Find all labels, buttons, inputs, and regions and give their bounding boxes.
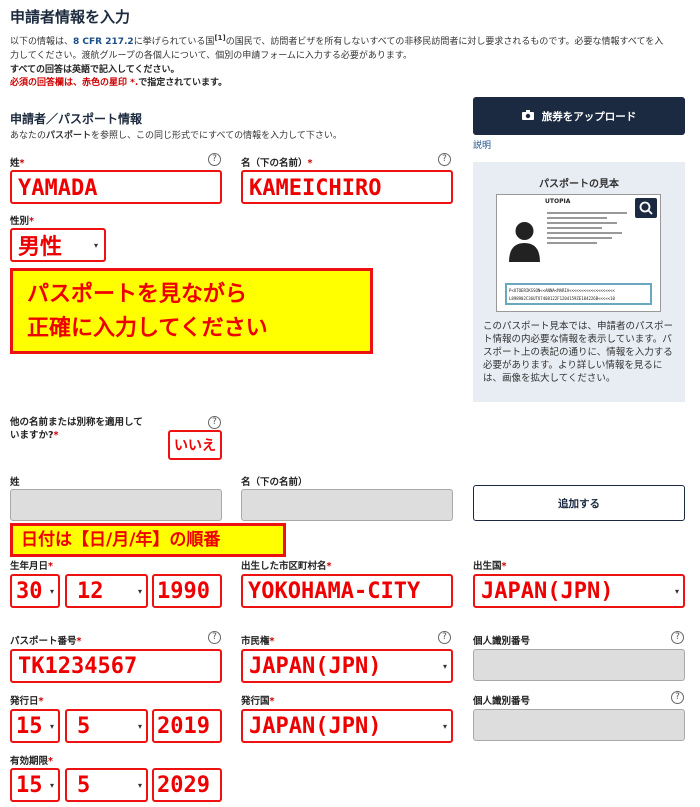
dob-day-select[interactable]: 30 ▾ — [10, 574, 60, 608]
personal-id-label: 個人識別番号 — [473, 636, 531, 647]
issue-country-label: 発行国* — [241, 696, 275, 707]
notes: すべての回答は英語で記入してください。 必須の回答欄は、赤色の星印 *.で指定さ… — [10, 64, 227, 90]
alias-given-field[interactable] — [241, 489, 453, 521]
given-name-label: 名（下の名前）* — [241, 158, 313, 169]
help-icon[interactable]: ? — [438, 153, 451, 166]
passport-sample-image[interactable]: UTOPIA P<UTOERIKSSON<<ANNA<MARIA<<<<<<<<… — [496, 194, 661, 312]
dob-month-select[interactable]: 12 ▾ — [65, 574, 148, 608]
help-icon[interactable]: ? — [208, 631, 221, 644]
citizenship-label: 市民権* — [241, 636, 275, 647]
personal-id-2-field[interactable] — [473, 709, 685, 741]
dob-year-field[interactable]: 1990 — [152, 574, 222, 608]
given-name-field[interactable]: KAMEICHIRO — [241, 170, 453, 204]
sex-select[interactable]: 男性 ▾ — [10, 228, 106, 262]
chevron-down-icon: ▾ — [49, 721, 54, 731]
intro-text: 以下の情報は、8 CFR 217.2に挙げられている国[1]の国民で、訪問者ビザ… — [10, 34, 664, 61]
passport-number-field[interactable]: TK1234567 — [10, 649, 222, 683]
alias-select[interactable]: いいえ — [168, 430, 222, 460]
issue-day-select[interactable]: 15 ▾ — [10, 709, 60, 743]
passport-number-label: パスポート番号* — [10, 636, 82, 647]
section-desc: あなたのパスポートを参照し、この同じ形式でにすべての情報を入力して下さい。 — [10, 131, 342, 141]
person-silhouette — [507, 217, 542, 262]
chevron-down-icon: ▾ — [674, 586, 679, 596]
issue-date-label: 発行日* — [10, 696, 44, 707]
surname-field[interactable]: YAMADA — [10, 170, 222, 204]
expiry-day-select[interactable]: 15 ▾ — [10, 768, 60, 802]
expiry-label: 有効期限* — [10, 756, 53, 767]
footnote-link[interactable]: [1] — [214, 34, 225, 42]
help-icon[interactable]: ? — [438, 631, 451, 644]
chevron-down-icon: ▾ — [49, 780, 54, 790]
passport-sample-panel: パスポートの見本 UTOPIA P<UTOERIKSSON<<ANNA<MARI… — [473, 162, 685, 402]
help-icon[interactable]: ? — [208, 416, 221, 429]
personal-id-2-label: 個人識別番号 — [473, 696, 531, 707]
personal-id-field[interactable] — [473, 649, 685, 681]
chevron-down-icon: ▾ — [49, 586, 54, 596]
cfr-link[interactable]: 8 CFR 217.2 — [73, 37, 134, 47]
help-icon[interactable]: ? — [208, 153, 221, 166]
upload-passport-button[interactable]: 旅券をアップロード — [473, 97, 685, 135]
help-icon[interactable]: ? — [671, 631, 684, 644]
zoom-icon — [639, 201, 653, 215]
sample-country: UTOPIA — [545, 198, 571, 205]
issue-country-select[interactable]: JAPAN(JPN) ▾ — [241, 709, 453, 743]
sample-text-lines — [547, 209, 647, 247]
annotation-passport-callout: パスポートを見ながら 正確に入力してください — [10, 268, 373, 354]
mrz-zone: P<UTOERIKSSON<<ANNA<MARIA<<<<<<<<<<<<<<<… — [505, 283, 652, 305]
sex-label: 性別* — [10, 216, 34, 227]
chevron-down-icon: ▾ — [137, 780, 142, 790]
dob-label: 生年月日* — [10, 561, 53, 572]
chevron-down-icon: ▾ — [137, 586, 142, 596]
page-title: 申請者情報を入力 — [10, 8, 131, 26]
chevron-down-icon: ▾ — [137, 721, 142, 731]
note-english: すべての回答は英語で記入してください。 — [10, 65, 180, 75]
chevron-down-icon: ▾ — [93, 240, 98, 250]
chevron-down-icon: ▾ — [442, 721, 447, 731]
zoom-button[interactable] — [635, 198, 657, 218]
annotation-date-order: 日付は【日/月/年】の順番 — [10, 523, 286, 557]
help-icon[interactable]: ? — [671, 691, 684, 704]
citizenship-select[interactable]: JAPAN(JPN) ▾ — [241, 649, 453, 683]
birth-country-label: 出生国* — [473, 561, 507, 572]
section-title: 申請者／パスポート情報 — [10, 112, 143, 126]
issue-month-select[interactable]: 5 ▾ — [65, 709, 148, 743]
sample-title: パスポートの見本 — [539, 179, 619, 190]
surname-label: 姓* — [10, 158, 25, 169]
camera-icon — [521, 109, 534, 123]
expiry-month-select[interactable]: 5 ▾ — [65, 768, 148, 802]
alias-surname-field[interactable] — [10, 489, 222, 521]
alias-given-label: 名（下の名前） — [241, 477, 308, 488]
birth-city-field[interactable]: YOKOHAMA-CITY — [241, 574, 453, 608]
alias-label: 他の名前または別称を適用して いますか?* — [10, 417, 143, 441]
birth-country-select[interactable]: JAPAN(JPN) ▾ — [473, 574, 685, 608]
expiry-year-field[interactable]: 2029 — [152, 768, 222, 802]
alias-surname-label: 姓 — [10, 477, 20, 488]
birth-city-label: 出生した市区町村名* — [241, 561, 332, 572]
note-required: 必須の回答欄は、赤色の星印 *.で指定されています。 — [10, 78, 228, 88]
chevron-down-icon: ▾ — [442, 661, 447, 671]
sample-description: このパスポート見本では、申請者のパスポート情報の内必要な情報を表示しています。パ… — [483, 321, 674, 384]
add-alias-button[interactable]: 追加する — [473, 485, 685, 521]
issue-year-field[interactable]: 2019 — [152, 709, 222, 743]
explain-link[interactable]: 説明 — [473, 138, 491, 151]
